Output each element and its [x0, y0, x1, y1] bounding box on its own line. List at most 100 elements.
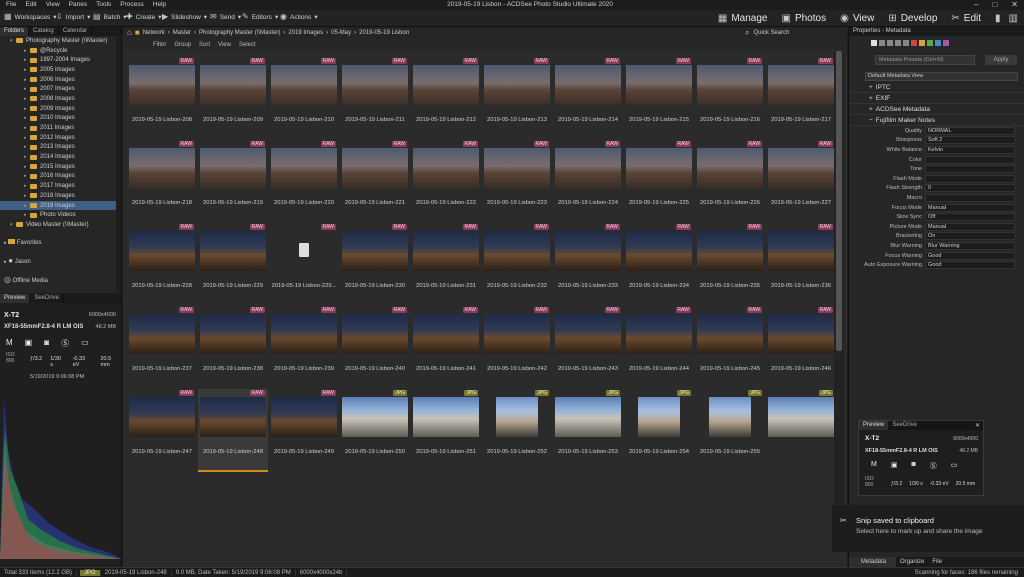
- rating-icon[interactable]: [895, 40, 901, 46]
- import-button[interactable]: ⇩ Import ▾: [56, 13, 90, 22]
- tree-scrollbar[interactable]: [116, 36, 121, 292]
- tab-seedrive[interactable]: SeeDrive: [30, 294, 65, 303]
- mode-photos[interactable]: ▣ Photos: [781, 13, 826, 24]
- thumbnail[interactable]: RAW 2019-05-19 Lisbon-227: [766, 140, 836, 223]
- thumbnail[interactable]: RAW 2019-05-19 Lisbon-246: [766, 306, 836, 389]
- mode-edit[interactable]: ✂ Edit: [951, 13, 981, 24]
- tree-item[interactable]: ▸ 2019 Images: [0, 200, 120, 211]
- tree-item[interactable]: ▸ 2012 Images: [0, 133, 120, 143]
- tree-item[interactable]: ▸ 2005 Images: [0, 65, 120, 75]
- metadata-value[interactable]: Blur Warning: [925, 241, 1015, 250]
- menu-tools[interactable]: Tools: [96, 1, 111, 8]
- thumbnail[interactable]: RAW 2019-05-19 Lisbon-215: [624, 57, 694, 140]
- metadata-view-select[interactable]: Default Metadata View: [865, 72, 1018, 81]
- select-menu[interactable]: Select: [239, 42, 256, 48]
- breadcrumb-master[interactable]: Master: [173, 30, 191, 36]
- thumbnail[interactable]: RAW 2019-05-19 Lisbon-213: [482, 57, 552, 140]
- metadata-value[interactable]: 0: [925, 184, 1015, 193]
- thumbnail[interactable]: RAW 2019-05-19 Lisbon-208: [127, 57, 197, 140]
- actions-button[interactable]: ◉ Actions ▾: [280, 13, 318, 22]
- breadcrumb-lisbon[interactable]: 2019-05-19 Lisbon: [359, 30, 409, 36]
- color-label-purple[interactable]: [943, 40, 949, 46]
- thumbnail[interactable]: RAW 2019-05-19 Lisbon-243: [553, 306, 623, 389]
- tree-offline-media[interactable]: ◎ Offline Media: [4, 276, 48, 285]
- batch-button[interactable]: ▤ Batch ▾: [93, 13, 126, 22]
- tree-item[interactable]: ▸ 2007 Images: [0, 84, 120, 94]
- menu-panes[interactable]: Panes: [69, 1, 87, 8]
- tree-item[interactable]: ▸ 2010 Images: [0, 114, 120, 124]
- tree-item[interactable]: ▸ 2009 Images: [0, 104, 120, 114]
- rating-icon[interactable]: [879, 40, 885, 46]
- tree-item[interactable]: ▸ 2016 Images: [0, 172, 120, 182]
- metadata-value[interactable]: NORMAL: [925, 126, 1015, 135]
- thumbnail[interactable]: RAW 2019-05-19 Lisbon-248: [198, 389, 268, 472]
- thumbnail[interactable]: RAW 2019-05-19 Lisbon-231: [411, 223, 481, 306]
- tree-item[interactable]: ▸ 2006 Images: [0, 75, 120, 85]
- thumbnail[interactable]: RAW 2019-05-19 Lisbon-222: [411, 140, 481, 223]
- thumbnail[interactable]: RAW 2019-05-19 Lisbon-219: [198, 140, 268, 223]
- metadata-value[interactable]: Manual: [925, 203, 1015, 212]
- tab-preview[interactable]: Preview: [859, 421, 889, 430]
- scrollbar-thumb[interactable]: [836, 51, 842, 351]
- close-icon[interactable]: ✕: [1011, 0, 1018, 9]
- rating-icon[interactable]: [903, 40, 909, 46]
- tab-organize[interactable]: Organize: [896, 557, 928, 567]
- thumbnail[interactable]: RAW 2019-05-19 Lisbon-218: [127, 140, 197, 223]
- breadcrumb-2019-images[interactable]: 2019 Images: [288, 30, 323, 36]
- thumbnail[interactable]: JPG: [766, 389, 836, 472]
- sort-menu[interactable]: Sort: [199, 42, 210, 48]
- thumbnail[interactable]: JPG 2019-05-19 Lisbon-254: [624, 389, 694, 472]
- color-label-yellow[interactable]: [919, 40, 925, 46]
- tab-metadata[interactable]: Metadata: [849, 557, 897, 567]
- color-label-blue[interactable]: [935, 40, 941, 46]
- thumbnail[interactable]: RAW 2019-05-19 Lisbon-240: [340, 306, 410, 389]
- close-icon[interactable]: ✕: [972, 421, 983, 430]
- menu-help[interactable]: Help: [153, 1, 166, 8]
- stats-icon[interactable]: ▥: [1009, 13, 1018, 24]
- metadata-value[interactable]: [925, 193, 1015, 202]
- color-label-red[interactable]: [911, 40, 917, 46]
- thumbnail[interactable]: RAW 2019-05-19 Lisbon-233: [553, 223, 623, 306]
- tab-catalog[interactable]: Catalog: [29, 27, 59, 36]
- thumbnail[interactable]: RAW 2019-05-19 Lisbon-237: [127, 306, 197, 389]
- apply-button[interactable]: Apply: [985, 55, 1017, 65]
- thumbnail[interactable]: RAW 2019-05-19 Lisbon-228: [127, 223, 197, 306]
- tree-item[interactable]: ▸ 2017 Images: [0, 181, 120, 191]
- slideshow-button[interactable]: ▶ Slideshow ▾: [162, 13, 207, 22]
- tree-item[interactable]: ▸ 2013 Images: [0, 143, 120, 153]
- tree-item[interactable]: ▸ 2008 Images: [0, 94, 120, 104]
- view-menu[interactable]: View: [218, 42, 231, 48]
- workspaces-button[interactable]: ▦ Workspaces ▾: [4, 13, 56, 22]
- tab-folders[interactable]: Folders: [0, 27, 30, 36]
- thumbnail[interactable]: RAW 2019-05-19 Lisbon-221: [340, 140, 410, 223]
- menu-edit[interactable]: Edit: [25, 1, 36, 8]
- tree-item[interactable]: ▾ Photography Master (\\Master): [0, 36, 120, 46]
- tree-item[interactable]: ▸ 2015 Images: [0, 162, 120, 172]
- tree-item[interactable]: ▸ 2014 Images: [0, 152, 120, 162]
- thumbnail[interactable]: RAW 2019-05-19 Lisbon-211: [340, 57, 410, 140]
- thumbnail[interactable]: RAW 2019-05-19 Lisbon-232: [482, 223, 552, 306]
- minimize-icon[interactable]: –: [974, 0, 978, 9]
- section-acdsee-metadata[interactable]: + ACDSee Metadata: [849, 104, 1024, 115]
- thumbnail[interactable]: RAW 2019-05-19 Lisbon-239: [269, 306, 339, 389]
- metadata-presets-select[interactable]: Metadata Presets (Ctrl+M): [875, 55, 975, 65]
- thumbnail[interactable]: RAW 2019-05-19 Lisbon-220: [269, 140, 339, 223]
- section-fujifilm-maker-notes[interactable]: − Fujifilm Maker Notes: [849, 115, 1024, 126]
- thumbnail[interactable]: RAW 2019-05-19 Lisbon-217: [766, 57, 836, 140]
- metadata-value[interactable]: [925, 174, 1015, 183]
- menu-process[interactable]: Process: [120, 1, 143, 8]
- tab-calendar[interactable]: Calendar: [59, 27, 93, 36]
- thumbnail[interactable]: RAW 2019-05-19 Lisbon-210: [269, 57, 339, 140]
- section-exif[interactable]: + EXIF: [849, 93, 1024, 104]
- tree-favorites[interactable]: ▸ Favorites: [4, 239, 42, 246]
- thumbnail[interactable]: RAW 2019-05-19 Lisbon-236: [766, 223, 836, 306]
- thumbnail[interactable]: RAW 2019-05-19 Lisbon-225: [624, 140, 694, 223]
- mode-develop[interactable]: ⊞ Develop: [888, 13, 937, 24]
- metadata-value[interactable]: Good: [925, 261, 1015, 270]
- thumbnail[interactable]: RAW 2019-05-19 Lisbon-226: [695, 140, 765, 223]
- tree-item[interactable]: ▸ 2018 Images: [0, 191, 120, 201]
- metadata-value[interactable]: Soft 2: [925, 136, 1015, 145]
- thumbnail[interactable]: RAW 2019-05-19 Lisbon-235: [695, 223, 765, 306]
- thumbnail[interactable]: RAW 2019-05-19 Lisbon-247: [127, 389, 197, 472]
- checkbox-icon[interactable]: [871, 40, 877, 46]
